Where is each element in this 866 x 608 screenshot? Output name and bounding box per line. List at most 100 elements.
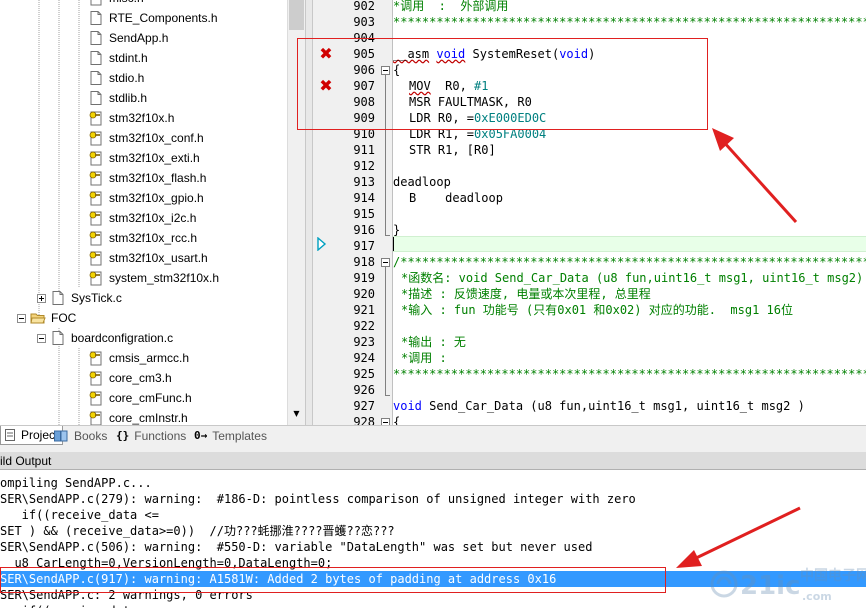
code-token: *描述 : 反馈速度, 电量或本次里程, 总里程 (401, 287, 651, 301)
tree-item-stm32f10x-i2c-h[interactable]: stm32f10x_i2c.h (88, 208, 196, 228)
current-line-highlight (393, 236, 866, 252)
code-line[interactable]: /***************************************… (393, 254, 866, 270)
tree-item-stm32f10x-exti-h[interactable]: stm32f10x_exti.h (88, 148, 200, 168)
output-line-selected[interactable]: SER\SendAPP.c(917): warning: A1581W: Add… (0, 571, 866, 587)
tree-item-stm32f10x-flash-h[interactable]: stm32f10x_flash.h (88, 168, 206, 188)
tree-item-stm32f10x-gpio-h[interactable]: stm32f10x_gpio.h (88, 188, 204, 208)
fold-toggle-icon[interactable] (381, 66, 390, 75)
line-number: 915 (353, 207, 375, 221)
tree-scroll-down-button[interactable]: ▼ (288, 405, 305, 421)
tree-item-system-stm32f10x-h[interactable]: system_stm32f10x.h (88, 268, 219, 288)
tree-item-stm32f10x-h[interactable]: stm32f10x.h (88, 108, 174, 128)
output-line[interactable]: SER\SendAPP.c: 2 warnings, 0 errors (0, 587, 253, 603)
output-line[interactable]: if((receive_data <= (0, 507, 159, 523)
line-number: 923 (353, 335, 375, 349)
tree-item-systick-c[interactable]: SysTick.c (37, 288, 122, 308)
tree-item-core-cmfunc-h[interactable]: core_cmFunc.h (88, 388, 192, 408)
tree-item-core-cm3-h[interactable]: core_cm3.h (88, 368, 172, 388)
line-number: 902 (353, 0, 375, 13)
code-line[interactable]: } (393, 222, 400, 238)
output-splitter[interactable] (0, 445, 866, 452)
code-line[interactable]: { (393, 62, 400, 78)
code-line[interactable]: *调用 : 外部调用 (393, 0, 508, 14)
code-line[interactable]: *输入 : fun 功能号 (只有0x01 和0x02) 对应的功能. msg1… (401, 302, 793, 318)
code-line[interactable]: MOV R0, #1 (409, 78, 489, 94)
code-line[interactable]: __asm void SystemReset(void) (393, 46, 595, 62)
build-output-panel[interactable]: ompiling SendAPP.c... SER\SendAPP.c(279):… (0, 470, 866, 608)
tree-item-cmsis-armcc-h[interactable]: cmsis_armcc.h (88, 348, 189, 368)
tree-expander-icon[interactable] (37, 293, 46, 303)
tab-label: Books (74, 428, 108, 443)
project-tree[interactable]: misc.h RTE_Components.h SendApp.h stdint.h s… (0, 0, 305, 425)
tree-expander-icon[interactable] (17, 313, 26, 323)
code-line[interactable]: deadloop (393, 174, 451, 190)
key-file-icon (88, 390, 109, 406)
tree-item-stm32f10x-conf-h[interactable]: stm32f10x_conf.h (88, 128, 204, 148)
tree-item-label: stm32f10x_gpio.h (109, 191, 204, 205)
tree-item-foc[interactable]: FOC (17, 308, 76, 328)
fold-range-line (385, 75, 386, 235)
code-line[interactable]: *描述 : 反馈速度, 电量或本次里程, 总里程 (401, 286, 651, 302)
key-file-icon (88, 250, 109, 266)
code-token: void (393, 399, 422, 413)
output-line[interactable]: u8 CarLength=0,VersionLength=0,DataLengt… (0, 555, 332, 571)
code-line[interactable]: LDR R1, =0x05FA0004 (409, 126, 546, 142)
tab-templates[interactable]: 0→ Templates (190, 426, 271, 445)
tab-label: Functions (134, 428, 187, 443)
tree-item-stdlib-h[interactable]: stdlib.h (88, 88, 147, 108)
line-number: 919 (353, 271, 375, 285)
code-line[interactable]: LDR R0, =0xE000ED0C (409, 110, 546, 126)
error-marker-icon[interactable]: ✖ (319, 46, 333, 62)
line-number: 927 (353, 399, 375, 413)
code-token: ****************************************… (393, 15, 866, 29)
output-line[interactable]: ompiling SendAPP.c... (0, 475, 152, 491)
code-line[interactable]: { (393, 414, 400, 425)
error-marker-icon[interactable]: ✖ (319, 78, 333, 94)
code-line[interactable]: STR R1, [R0] (409, 142, 496, 158)
code-token: void (559, 47, 589, 61)
line-number: 906 (353, 63, 375, 77)
tree-vertical-scrollbar[interactable]: ▼ (287, 0, 305, 425)
tree-item-boardconfigration-c[interactable]: boardconfigration.c (37, 328, 173, 348)
tree-item-label: core_cm3.h (109, 371, 172, 385)
splitter-bar[interactable] (305, 0, 312, 443)
code-line[interactable]: MSR FAULTMASK, R0 (409, 94, 532, 110)
tree-expander-icon[interactable] (37, 333, 46, 343)
tab-functions[interactable]: {} Functions (112, 426, 190, 445)
fold-toggle-icon[interactable] (381, 418, 390, 425)
tree-item-misc-h[interactable]: misc.h (88, 0, 144, 8)
output-line[interactable]: SER\SendAPP.c(506): warning: #550-D: var… (0, 539, 592, 555)
line-number: 909 (353, 111, 375, 125)
tree-item-core-cminstr-h[interactable]: core_cmInstr.h (88, 408, 188, 425)
code-line[interactable]: ****************************************… (393, 366, 866, 382)
code-line[interactable]: B deadloop (409, 190, 503, 206)
code-editor[interactable]: 902 903 904 905 906 907 908 909 910 911 912 913 914 9… (312, 0, 866, 425)
code-line[interactable]: *调用 : (401, 350, 447, 366)
code-token: void (436, 47, 466, 61)
tree-scrollbar-thumb[interactable] (289, 0, 304, 30)
tree-item-label: boardconfigration.c (71, 331, 174, 345)
output-line[interactable]: SER\SendAPP.c(279): warning: #186-D: poi… (0, 491, 636, 507)
code-line[interactable]: ****************************************… (393, 14, 866, 30)
output-line[interactable]: if((receive_data <= (0, 603, 159, 608)
fold-toggle-icon[interactable] (381, 258, 390, 267)
key-file-icon (88, 210, 109, 226)
tab-books[interactable]: Books (50, 426, 111, 445)
code-token: { (393, 63, 401, 77)
output-line[interactable]: SET ) && (receive_data>=0)) //功???蚝挪淮???… (0, 523, 395, 539)
tree-item-stm32f10x-usart-h[interactable]: stm32f10x_usart.h (88, 248, 208, 268)
code-token: *输出 : 无 (401, 335, 466, 349)
tree-item-stdio-h[interactable]: stdio.h (88, 68, 144, 88)
tree-item-sendapp-h[interactable]: SendApp.h (88, 28, 168, 48)
tree-item-rte-components-h[interactable]: RTE_Components.h (88, 8, 218, 28)
code-line[interactable]: *函数名: void Send_Car_Data (u8 fun,uint16_… (401, 270, 863, 286)
code-line[interactable]: void Send_Car_Data (u8 fun,uint16_t msg1… (393, 398, 805, 414)
editor-gutter[interactable]: 902 903 904 905 906 907 908 909 910 911 912 913 914 9… (313, 0, 393, 425)
tree-item-label: core_cmFunc.h (109, 391, 192, 405)
code-line[interactable]: *输出 : 无 (401, 334, 466, 350)
tree-item-stdint-h[interactable]: stdint.h (88, 48, 148, 68)
file-icon (88, 70, 109, 86)
tree-item-stm32f10x-rcc-h[interactable]: stm32f10x_rcc.h (88, 228, 197, 248)
code-token: B deadloop (409, 191, 503, 205)
line-number: 926 (353, 383, 375, 397)
